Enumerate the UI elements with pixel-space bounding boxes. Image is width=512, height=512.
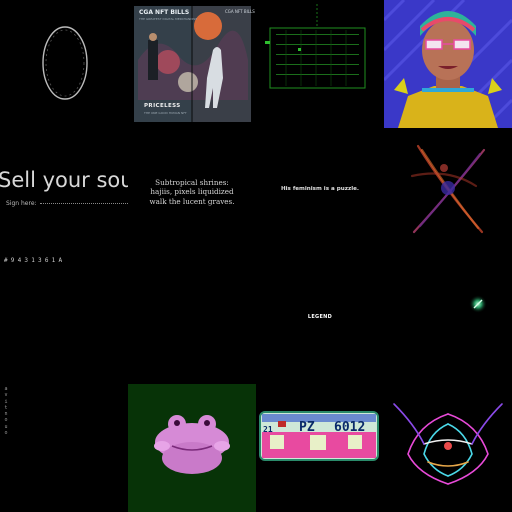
- tile-license-plate[interactable]: 21 PZ 6012: [256, 384, 384, 512]
- poster-priceless: PRICELESS: [144, 103, 181, 109]
- plate-main-text: PZ: [299, 420, 315, 435]
- plate-left-number: 21: [263, 425, 273, 434]
- tile-feminism[interactable]: His feminism is a puzzle.: [256, 128, 384, 256]
- tile-legend[interactable]: LEGEND: [256, 256, 384, 384]
- vertical-text: avitnouo: [2, 386, 10, 436]
- legend-text: LEGEND: [307, 314, 333, 320]
- tile-poem[interactable]: Subtropical shrines: hajiis, pixels liqu…: [128, 128, 256, 256]
- poster-right-title: CGA NFT BILLS: [225, 9, 255, 14]
- nft-gallery-grid: CGA NFT BILLS THE GREATEST DIGITAL MERCH…: [0, 0, 512, 512]
- sell-text: Sell your sou: [0, 168, 128, 192]
- poem-line: walk the lucent graves.: [149, 196, 235, 206]
- poster-left-subtitle: THE GREATEST DIGITAL MERCHANDISE: [139, 17, 198, 21]
- tile-hex-code[interactable]: #9431361A: [0, 256, 128, 384]
- plate-right-number: 6012: [334, 420, 366, 435]
- vertical-char: o: [4, 430, 8, 437]
- tile-blank[interactable]: [128, 256, 256, 384]
- frog-art: [128, 384, 256, 512]
- tile-oval-frame[interactable]: [0, 0, 128, 128]
- tile-glow[interactable]: [384, 256, 512, 384]
- plate-art: [259, 411, 379, 461]
- tile-abstract-x[interactable]: [384, 128, 512, 256]
- poem-line: hajiis, pixels liquidized: [150, 187, 234, 197]
- green-grid-art: [265, 4, 366, 89]
- feminism-text: His feminism is a puzzle.: [280, 186, 360, 192]
- neon-art: [393, 403, 503, 485]
- oval-frame-art: [42, 26, 88, 100]
- hex-code-text: #9431361A: [4, 257, 66, 264]
- tile-neon[interactable]: [384, 384, 512, 512]
- abstract-x-art: [410, 144, 486, 234]
- tile-vertical-text[interactable]: avitnouo: [0, 384, 128, 512]
- poem-text: Subtropical shrines: hajiis, pixels liqu…: [128, 178, 256, 206]
- tile-portrait[interactable]: [384, 0, 512, 128]
- sign-line: Sign here:: [6, 200, 128, 207]
- portrait-art: [384, 0, 512, 128]
- tile-green-grid[interactable]: [256, 0, 384, 128]
- poster-caption: THE ONE GOOD HUMAN NFT: [144, 111, 187, 115]
- sign-label: Sign here:: [6, 200, 37, 207]
- glow-art: [469, 295, 487, 313]
- poster-left-title: CGA NFT BILLS: [139, 9, 190, 16]
- signature-line: [39, 203, 128, 204]
- poem-line: Subtropical shrines:: [155, 178, 229, 187]
- tile-sell-your-soul[interactable]: Sell your sou Sign here:: [0, 128, 128, 256]
- tile-cga-nft-poster[interactable]: CGA NFT BILLS THE GREATEST DIGITAL MERCH…: [128, 0, 256, 128]
- tile-frog[interactable]: [128, 384, 256, 512]
